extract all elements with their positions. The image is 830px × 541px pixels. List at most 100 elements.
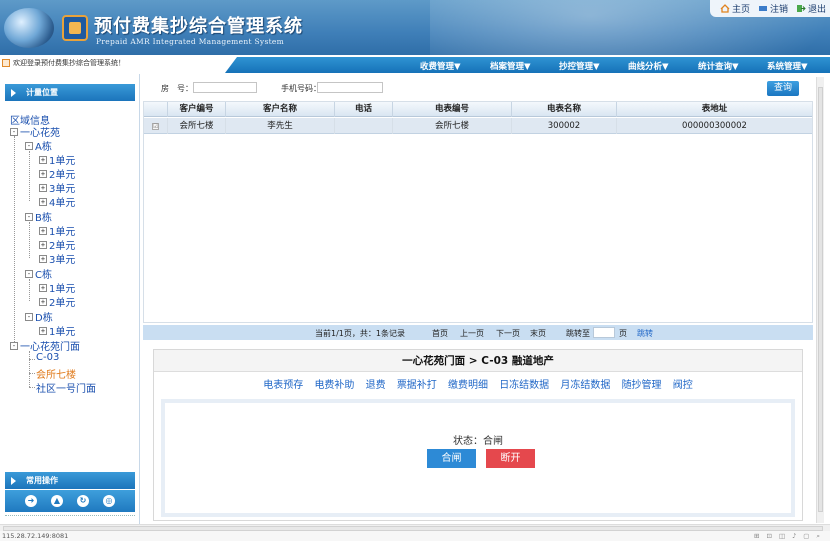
next-page-link[interactable]: 下一页 <box>496 328 520 339</box>
tree-node-c2[interactable]: +2单元 <box>39 294 75 309</box>
horizontal-scrollbar[interactable] <box>0 524 830 531</box>
control-area: 状态：合闸 合闸 断开 <box>161 399 795 517</box>
expand-icon[interactable]: + <box>39 169 47 178</box>
tree-node-community-shop-1[interactable]: 社区一号门面 <box>36 380 96 395</box>
collapse-icon[interactable]: - <box>10 341 18 350</box>
tree-node-b2[interactable]: +2单元 <box>39 237 75 252</box>
menu-billing[interactable]: 收费管理▼ <box>420 60 461 72</box>
expand-icon[interactable]: + <box>39 283 47 292</box>
vertical-scrollbar[interactable] <box>816 77 824 523</box>
zoom-icon: ⌕ <box>816 532 820 540</box>
tree-node-yixin[interactable]: - 一心花苑 <box>10 124 60 139</box>
customer-table: 客户编号 客户名称 电话 电表编号 电表名称 表地址 ☑ 会所七楼 李先生 会所… <box>143 101 813 323</box>
page-jump-input[interactable] <box>593 327 615 338</box>
expand-icon[interactable]: + <box>39 297 47 306</box>
common-ops-toolbar: ➜ ▲ ↻ ◎ <box>5 490 135 512</box>
position-panel-title: 计量位置 <box>26 88 58 97</box>
collapse-icon[interactable]: - <box>25 312 33 321</box>
menu-archives[interactable]: 档案管理▼ <box>490 60 531 72</box>
globe-logo <box>4 8 54 48</box>
tree-node-label: D栋 <box>35 313 53 324</box>
tree-node-b1[interactable]: +1单元 <box>39 223 75 238</box>
last-page-link[interactable]: 末页 <box>530 328 546 339</box>
tree-node-label: A栋 <box>35 142 52 153</box>
expand-icon[interactable]: + <box>39 183 47 192</box>
tab-reprint-receipt[interactable]: 票据补打 <box>397 380 437 391</box>
tab-refund[interactable]: 退费 <box>366 380 386 391</box>
user-icon[interactable]: ▲ <box>51 495 63 507</box>
exit-link[interactable]: 退出 <box>796 2 826 15</box>
logout-link[interactable]: 注销 <box>758 2 788 15</box>
tree-node-a[interactable]: - A栋 <box>25 138 52 153</box>
collapse-icon[interactable]: - <box>10 127 18 136</box>
query-button[interactable]: 查询 <box>767 81 799 96</box>
expand-icon[interactable]: + <box>39 326 47 335</box>
tree-node-a4[interactable]: +4单元 <box>39 194 75 209</box>
settings-icon[interactable]: ◎ <box>103 495 115 507</box>
first-page-link[interactable]: 首页 <box>432 328 448 339</box>
scroll-thumb[interactable] <box>818 87 823 512</box>
close-relay-button[interactable]: 合闸 <box>427 449 476 468</box>
prev-page-link[interactable]: 上一页 <box>460 328 484 339</box>
tree-node-clubhouse-7f[interactable]: 会所七楼 <box>36 366 76 381</box>
tree-node-a3[interactable]: +3单元 <box>39 180 75 195</box>
phone-input[interactable] <box>317 82 383 93</box>
expand-icon[interactable]: + <box>39 254 47 263</box>
status-icon: ⊞ <box>753 532 760 540</box>
expand-icon[interactable]: + <box>39 240 47 249</box>
tree-node-a1[interactable]: +1单元 <box>39 152 75 167</box>
tree-node-c1[interactable]: +1单元 <box>39 280 75 295</box>
jump-button[interactable]: 跳转 <box>637 328 653 339</box>
tab-subsidy[interactable]: 电费补助 <box>314 380 354 391</box>
tree-node-a2[interactable]: +2单元 <box>39 166 75 181</box>
tree-node-label: 2单元 <box>49 170 76 181</box>
main-content: 房 号： 手机号码： 查询 客户编号 客户名称 电话 电表编号 电表名称 表地址… <box>143 77 813 523</box>
refresh-icon[interactable]: ↻ <box>77 495 89 507</box>
tab-valve-control[interactable]: 阀控 <box>673 380 693 391</box>
menu-statistics[interactable]: 统计查询▼ <box>698 60 739 72</box>
tree-node-label: 1单元 <box>49 156 76 167</box>
collapse-icon[interactable]: - <box>25 212 33 221</box>
room-input[interactable] <box>193 82 257 93</box>
expand-icon[interactable]: + <box>39 197 47 206</box>
tree-node-d[interactable]: - D栋 <box>25 309 53 324</box>
tree-node-b[interactable]: - B栋 <box>25 209 52 224</box>
tree-node-label: 3单元 <box>49 184 76 195</box>
table-row[interactable]: ☑ 会所七楼 李先生 会所七楼 300002 000000300002 <box>144 118 812 134</box>
tree-node-c03[interactable]: C-03 <box>36 352 59 363</box>
tab-ondemand-reading[interactable]: 随抄管理 <box>622 380 662 391</box>
home-icon <box>720 4 730 13</box>
tree-node-label: 3单元 <box>49 255 76 266</box>
phone-label: 手机号码： <box>281 84 321 93</box>
tree-node-c[interactable]: - C栋 <box>25 266 52 281</box>
open-relay-button[interactable]: 断开 <box>486 449 535 468</box>
tree-node-b3[interactable]: +3单元 <box>39 251 75 266</box>
tab-monthly-frozen[interactable]: 月冻结数据 <box>560 380 610 391</box>
collapse-icon[interactable]: - <box>25 269 33 278</box>
tool-1-icon[interactable]: ➜ <box>25 495 37 507</box>
position-panel-header[interactable]: 计量位置 <box>5 84 135 101</box>
home-link[interactable]: 主页 <box>720 2 750 15</box>
menu-reading-control[interactable]: 抄控管理▼ <box>559 60 600 72</box>
col-meter-name: 电表名称 <box>512 102 617 117</box>
tree-node-d1[interactable]: +1单元 <box>39 323 75 338</box>
relay-status: 状态：合闸 <box>453 436 503 447</box>
status-icon: ⊡ <box>766 532 772 540</box>
status-icon: ◫ <box>778 532 786 540</box>
tree-node-yixin-storefront[interactable]: - 一心花苑门面 <box>10 338 80 353</box>
main-menu: 收费管理▼ 档案管理▼ 抄控管理▼ 曲线分析▼ 统计查询▼ 系统管理▼ <box>225 57 830 73</box>
menu-system[interactable]: 系统管理▼ <box>767 60 808 72</box>
tree-node-label: 一心花苑 <box>20 128 60 139</box>
checkbox-icon[interactable]: ☑ <box>152 123 159 130</box>
col-customer-no: 客户编号 <box>168 102 226 117</box>
tab-meter-prestore[interactable]: 电表预存 <box>263 380 303 391</box>
row-checkbox[interactable]: ☑ <box>144 118 168 134</box>
page-info: 当前1/1页，共：1条记录 <box>315 329 405 338</box>
tab-daily-frozen[interactable]: 日冻结数据 <box>499 380 549 391</box>
expand-icon[interactable]: + <box>39 226 47 235</box>
tab-payment-details[interactable]: 缴费明细 <box>448 380 488 391</box>
common-ops-header[interactable]: 常用操作 <box>5 472 135 489</box>
expand-icon[interactable]: + <box>39 155 47 164</box>
menu-curve-analysis[interactable]: 曲线分析▼ <box>628 60 669 72</box>
collapse-icon[interactable]: - <box>25 141 33 150</box>
